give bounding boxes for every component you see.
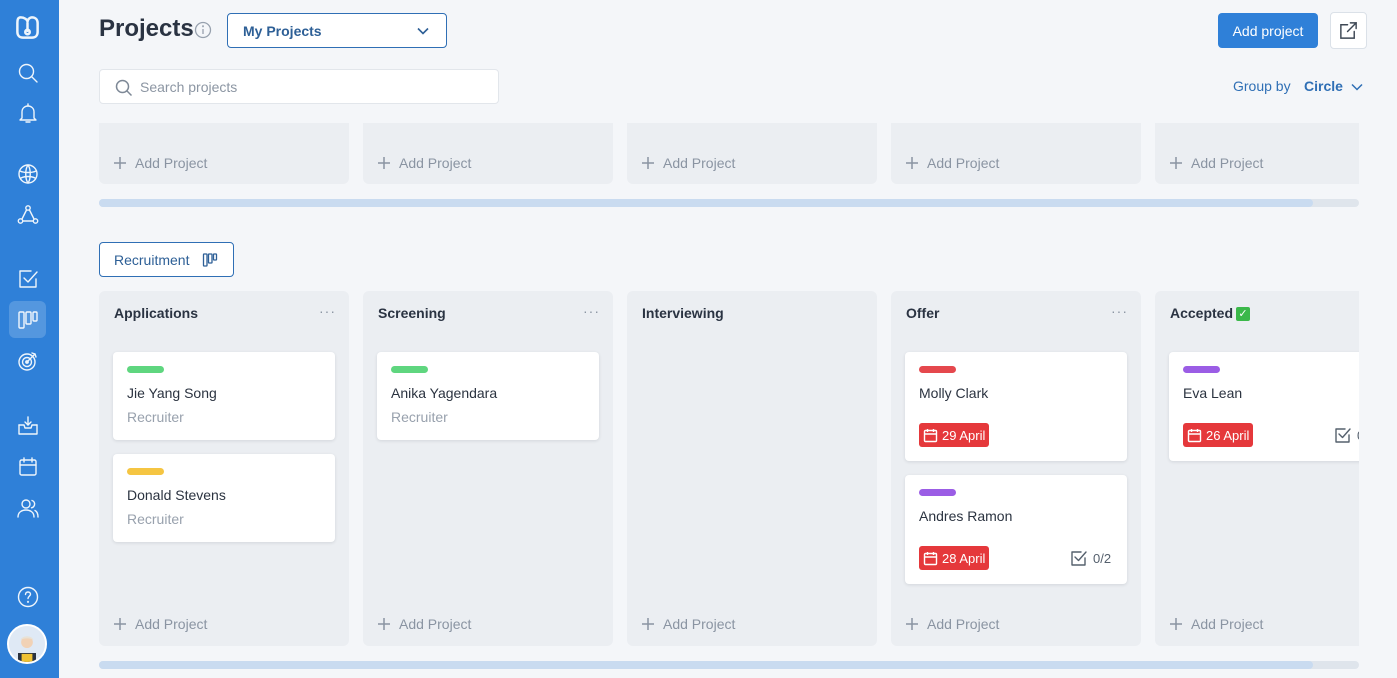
- board-icon[interactable]: [9, 301, 46, 338]
- project-card[interactable]: Anika Yagendara Recruiter: [377, 352, 599, 440]
- calendar-icon[interactable]: [9, 448, 46, 485]
- plus-icon: [641, 156, 655, 170]
- column-screening: Screening ··· Anika Yagendara Recruiter …: [363, 291, 613, 646]
- plus-icon: [113, 156, 127, 170]
- checkbox-icon: [1334, 426, 1352, 444]
- add-project-link[interactable]: Add Project: [113, 616, 207, 632]
- board-column: Add Project: [627, 123, 877, 184]
- column-accepted: Accepted✓ Eva Lean 26 April 0 Add Projec…: [1155, 291, 1359, 646]
- target-icon[interactable]: [9, 342, 46, 379]
- search-icon[interactable]: [9, 54, 46, 91]
- column-title: Accepted ✓: [1170, 305, 1251, 321]
- more-icon[interactable]: ···: [1111, 303, 1128, 319]
- card-role: Recruiter: [127, 511, 184, 527]
- plus-icon: [905, 156, 919, 170]
- column-title: Screening: [378, 305, 446, 321]
- card-name: Andres Ramon: [919, 508, 1013, 524]
- project-card[interactable]: Andres Ramon 28 April 0/2: [905, 475, 1127, 584]
- logo-icon[interactable]: [9, 9, 46, 46]
- check-mark-icon: ✓: [1236, 307, 1251, 321]
- add-project-link[interactable]: Add Project: [1169, 155, 1263, 171]
- due-date-badge: 29 April: [919, 423, 990, 447]
- more-icon[interactable]: ···: [583, 303, 600, 319]
- add-project-link[interactable]: Add Project: [905, 616, 999, 632]
- calendar-icon: [923, 551, 938, 566]
- plus-icon: [113, 617, 127, 631]
- horizontal-scrollbar[interactable]: [99, 199, 1359, 207]
- calendar-icon: [923, 428, 938, 443]
- column-title: Applications: [114, 305, 199, 321]
- board-column: Add Project: [363, 123, 613, 184]
- checkbox-icon: [1070, 549, 1088, 567]
- scrollbar-thumb[interactable]: [99, 661, 1313, 669]
- people-icon[interactable]: [9, 489, 46, 526]
- board-column: Add Project: [891, 123, 1141, 184]
- group-label: Recruitment: [114, 251, 190, 268]
- calendar-icon: [1187, 428, 1202, 443]
- card-name: Molly Clark: [919, 385, 989, 401]
- project-card[interactable]: Eva Lean 26 April 0: [1169, 352, 1359, 461]
- group-recruitment-tag[interactable]: Recruitment: [99, 242, 234, 277]
- column-title: Interviewing: [642, 305, 724, 321]
- board-column: Add Project: [1155, 123, 1359, 184]
- card-role: Recruiter: [391, 409, 448, 425]
- scrollbar-thumb[interactable]: [99, 199, 1313, 207]
- add-project-link[interactable]: Add Project: [641, 616, 735, 632]
- more-icon[interactable]: ···: [319, 303, 336, 319]
- label-bar: [391, 366, 428, 373]
- globe-icon[interactable]: [9, 155, 46, 192]
- plus-icon: [1169, 617, 1183, 631]
- project-card[interactable]: Donald Stevens Recruiter: [113, 454, 335, 542]
- card-name: Anika Yagendara: [391, 385, 498, 401]
- card-name: Donald Stevens: [127, 487, 226, 503]
- add-project-link[interactable]: Add Project: [377, 155, 471, 171]
- plus-icon: [641, 617, 655, 631]
- plus-icon: [1169, 156, 1183, 170]
- checklist-progress: 0/2: [1070, 549, 1111, 567]
- column-offer: Offer ··· Molly Clark 29 April Andres Ra…: [891, 291, 1141, 646]
- add-project-link[interactable]: Add Project: [113, 155, 207, 171]
- add-project-link[interactable]: Add Project: [905, 155, 999, 171]
- help-icon[interactable]: [9, 578, 46, 615]
- label-bar: [127, 468, 164, 475]
- label-bar: [919, 366, 956, 373]
- add-project-link[interactable]: Add Project: [1169, 616, 1263, 632]
- card-name: Jie Yang Song: [127, 385, 217, 401]
- plus-icon: [377, 617, 391, 631]
- due-date-badge: 26 April: [1183, 423, 1254, 447]
- card-name: Eva Lean: [1183, 385, 1243, 401]
- plus-icon: [905, 617, 919, 631]
- column-applications: Applications ··· Jie Yang Song Recruiter…: [99, 291, 349, 646]
- label-bar: [127, 366, 164, 373]
- due-date-badge: 28 April: [919, 546, 990, 570]
- board: Add Project Add Project Add Project Add …: [99, 0, 1359, 678]
- board-column: Add Project: [99, 123, 349, 184]
- label-bar: [919, 489, 956, 496]
- board-icon: [202, 252, 218, 268]
- column-title: Offer: [906, 305, 940, 321]
- horizontal-scrollbar[interactable]: [99, 661, 1359, 669]
- checklist-progress: 0: [1334, 426, 1359, 444]
- inbox-icon[interactable]: [9, 407, 46, 444]
- project-card[interactable]: Molly Clark 29 April: [905, 352, 1127, 461]
- label-bar: [1183, 366, 1220, 373]
- plus-icon: [377, 156, 391, 170]
- bell-icon[interactable]: [9, 94, 46, 131]
- add-project-link[interactable]: Add Project: [377, 616, 471, 632]
- project-card[interactable]: Jie Yang Song Recruiter: [113, 352, 335, 440]
- circles-icon[interactable]: [9, 196, 46, 233]
- card-role: Recruiter: [127, 409, 184, 425]
- sidebar: [0, 0, 59, 678]
- add-project-link[interactable]: Add Project: [641, 155, 735, 171]
- column-interviewing: Interviewing Add Project: [627, 291, 877, 646]
- tasks-icon[interactable]: [9, 260, 46, 297]
- avatar[interactable]: [7, 624, 47, 664]
